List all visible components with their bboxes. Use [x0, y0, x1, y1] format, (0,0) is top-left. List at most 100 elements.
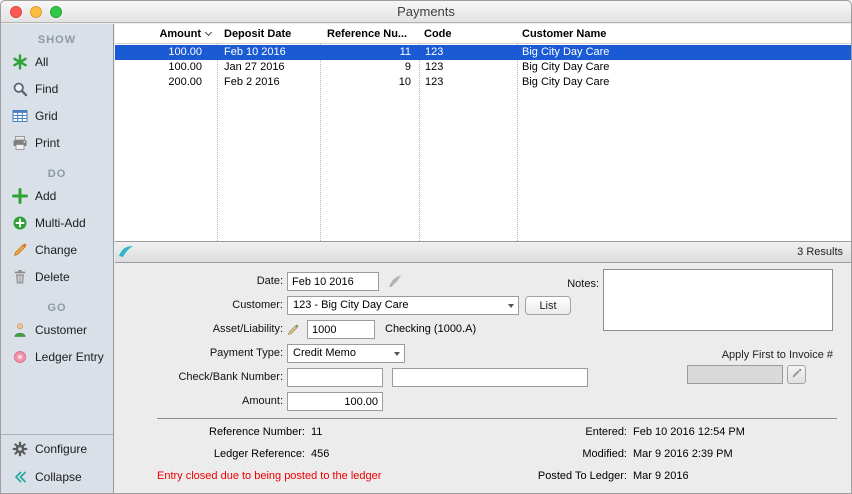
- sidebar-item-all[interactable]: All: [1, 48, 113, 75]
- notes-textarea[interactable]: [603, 269, 833, 331]
- entry-closed-message: Entry closed due to being posted to the …: [157, 470, 381, 483]
- sidebar-item-print[interactable]: Print: [1, 129, 113, 156]
- grid-icon: [12, 108, 28, 124]
- column-header-amount[interactable]: Amount: [115, 24, 217, 43]
- posted-to-ledger-value: Mar 9 2016: [633, 470, 689, 483]
- customer-select-value: 123 - Big City Day Care: [293, 299, 409, 311]
- status-bar: 3 Results: [115, 242, 851, 263]
- sidebar-item-add[interactable]: Add: [1, 182, 113, 209]
- cell-customer-name: Big City Day Care: [517, 45, 851, 60]
- cell-amount: 200.00: [115, 75, 217, 90]
- sidebar-item-label: Configure: [35, 442, 87, 456]
- sidebar: SHOW All Find Grid Print DO Add Multi-Ad…: [1, 24, 114, 493]
- cell-deposit-date: Feb 2 2016: [217, 75, 320, 90]
- payment-type-select-value: Credit Memo: [293, 347, 356, 359]
- cell-deposit-date: Feb 10 2016: [217, 45, 320, 60]
- customer-label: Customer:: [135, 296, 283, 315]
- bank-number-input[interactable]: [392, 368, 588, 387]
- cell-code: 123: [419, 75, 517, 90]
- cell-amount: 100.00: [115, 60, 217, 75]
- collapse-icon: [12, 469, 28, 485]
- asset-liability-input[interactable]: [307, 320, 375, 339]
- sidebar-section-go: GO: [1, 302, 113, 314]
- asterisk-icon: [12, 54, 28, 70]
- sidebar-item-collapse[interactable]: Collapse: [1, 463, 113, 491]
- amount-label: Amount:: [135, 392, 283, 411]
- zoom-button[interactable]: [50, 6, 62, 18]
- sidebar-item-label: Ledger Entry: [35, 350, 104, 364]
- sidebar-item-configure[interactable]: Configure: [1, 435, 113, 463]
- sidebar-item-label: Add: [35, 189, 56, 203]
- asset-liability-label: Asset/Liability:: [135, 320, 283, 339]
- column-header-code[interactable]: Code: [419, 24, 517, 43]
- sidebar-item-label: Delete: [35, 270, 70, 284]
- window-title: Payments: [1, 1, 851, 22]
- column-header-reference-number[interactable]: Reference Nu...: [320, 24, 419, 43]
- sidebar-item-find[interactable]: Find: [1, 75, 113, 102]
- modified-value: Mar 9 2016 2:39 PM: [633, 448, 733, 461]
- list-button[interactable]: List: [525, 296, 571, 315]
- sidebar-item-customer[interactable]: Customer: [1, 316, 113, 343]
- cell-deposit-date: Jan 27 2016: [217, 60, 320, 75]
- cell-code: 123: [419, 45, 517, 60]
- payment-type-select[interactable]: Credit Memo: [287, 344, 405, 363]
- chevron-down-icon: [394, 352, 400, 356]
- asset-liability-description: Checking (1000.A): [385, 320, 476, 339]
- reference-number-value: 11: [311, 426, 322, 439]
- printer-icon: [12, 135, 28, 151]
- detail-form: Date: Customer: 123 - Big City Day Care …: [115, 263, 851, 493]
- ledger-reference-value: 456: [311, 448, 329, 461]
- sidebar-item-multi-add[interactable]: Multi-Add: [1, 209, 113, 236]
- cell-amount: 100.00: [115, 45, 217, 60]
- payment-type-label: Payment Type:: [135, 344, 283, 363]
- payments-window: Payments SHOW All Find Grid Print DO Add…: [0, 0, 852, 494]
- close-button[interactable]: [10, 6, 22, 18]
- cell-reference-number: 10: [320, 75, 419, 90]
- account-lookup-icon[interactable]: [287, 322, 301, 339]
- amount-input[interactable]: [287, 392, 383, 411]
- column-header-customer-name[interactable]: Customer Name: [517, 24, 851, 43]
- sidebar-item-change[interactable]: Change: [1, 236, 113, 263]
- search-icon: [12, 81, 28, 97]
- pencil-icon: [12, 242, 28, 258]
- reference-number-label: Reference Number:: [135, 426, 305, 439]
- customer-select[interactable]: 123 - Big City Day Care: [287, 296, 519, 315]
- posted-to-ledger-label: Posted To Ledger:: [455, 470, 627, 483]
- results-count: 3 Results: [797, 242, 843, 262]
- apply-invoice-input[interactable]: [687, 365, 783, 384]
- status-icon: [118, 245, 134, 262]
- ledger-reference-label: Ledger Reference:: [135, 448, 305, 461]
- date-picker-icon[interactable]: [387, 273, 403, 292]
- cell-reference-number: 11: [320, 45, 419, 60]
- minimize-button[interactable]: [30, 6, 42, 18]
- table-row[interactable]: 100.00 Jan 27 2016 9 123 Big City Day Ca…: [115, 60, 851, 75]
- chevron-down-icon: [508, 304, 514, 308]
- sidebar-item-delete[interactable]: Delete: [1, 263, 113, 290]
- sidebar-section-show: SHOW: [1, 34, 113, 46]
- date-label: Date:: [135, 272, 283, 291]
- sort-indicator-icon: [205, 29, 212, 36]
- divider: [157, 418, 837, 419]
- entered-value: Feb 10 2016 12:54 PM: [633, 426, 745, 439]
- sidebar-item-label: Collapse: [35, 470, 82, 484]
- sidebar-item-ledger-entry[interactable]: Ledger Entry: [1, 343, 113, 370]
- date-input[interactable]: [287, 272, 379, 291]
- cell-customer-name: Big City Day Care: [517, 60, 851, 75]
- multi-add-icon: [12, 215, 28, 231]
- modified-label: Modified:: [455, 448, 627, 461]
- apply-invoice-edit-button[interactable]: [787, 365, 806, 384]
- table-body: 100.00 Feb 10 2016 11 123 Big City Day C…: [115, 45, 851, 90]
- sidebar-footer: Configure Collapse: [1, 434, 113, 493]
- gear-icon: [12, 441, 28, 457]
- check-number-input[interactable]: [287, 368, 383, 387]
- column-header-deposit-date[interactable]: Deposit Date: [217, 24, 320, 43]
- sidebar-item-label: Change: [35, 243, 77, 257]
- table-row[interactable]: 100.00 Feb 10 2016 11 123 Big City Day C…: [115, 45, 851, 60]
- sidebar-item-label: Multi-Add: [35, 216, 86, 230]
- entered-label: Entered:: [455, 426, 627, 439]
- person-icon: [12, 322, 28, 338]
- table-row[interactable]: 200.00 Feb 2 2016 10 123 Big City Day Ca…: [115, 75, 851, 90]
- cell-customer-name: Big City Day Care: [517, 75, 851, 90]
- ledger-icon: [12, 349, 28, 365]
- sidebar-item-grid[interactable]: Grid: [1, 102, 113, 129]
